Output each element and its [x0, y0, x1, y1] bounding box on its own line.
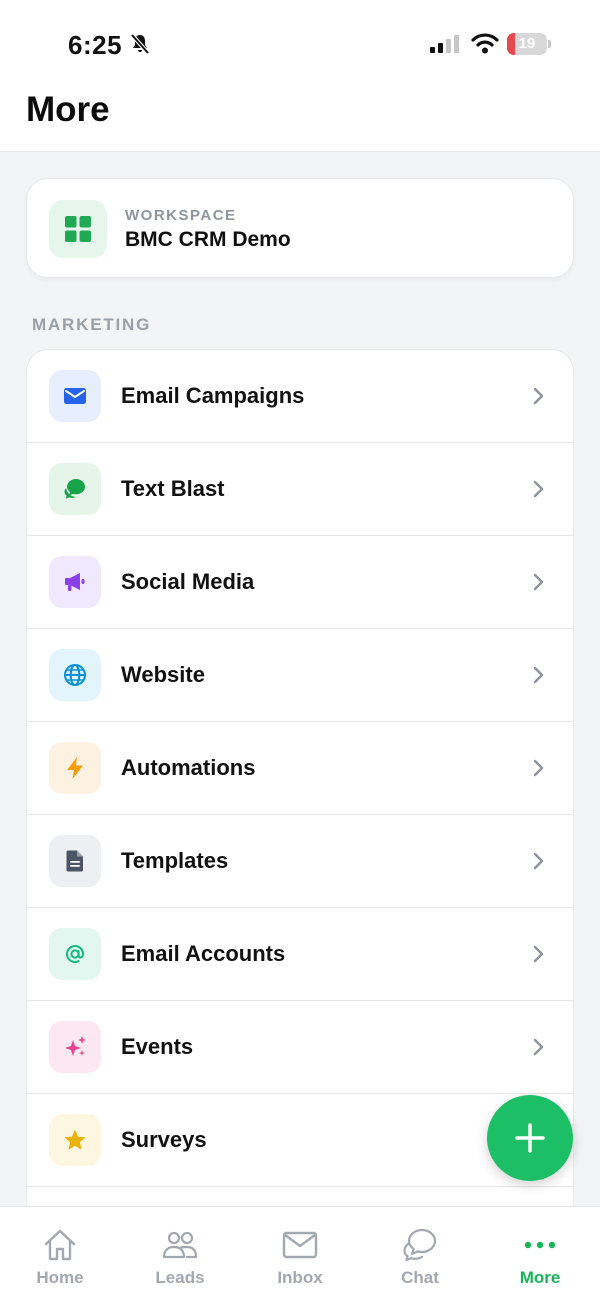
- menu-item-label: Email Accounts: [121, 941, 286, 966]
- chevron-right-icon: [533, 387, 544, 405]
- menu-item-email-campaigns[interactable]: Email Campaigns: [27, 350, 573, 443]
- chevron-right-icon: [533, 852, 544, 870]
- chevron-right-icon: [533, 945, 544, 963]
- chevron-right-icon: [533, 1038, 544, 1056]
- menu-item-label: Templates: [121, 848, 229, 873]
- at-sign-icon: [49, 928, 101, 980]
- more-dots-icon: [524, 1241, 556, 1249]
- menu-item-templates[interactable]: Templates: [27, 815, 573, 908]
- tab-chat[interactable]: Chat: [360, 1207, 480, 1298]
- menu-item-label: Text Blast: [121, 476, 225, 501]
- tab-label: Leads: [155, 1268, 205, 1287]
- workspace-label: WORKSPACE: [125, 207, 237, 224]
- tab-leads[interactable]: Leads: [120, 1207, 240, 1298]
- menu-item-email-accounts[interactable]: Email Accounts: [27, 908, 573, 1001]
- envelope-icon: [49, 370, 101, 422]
- menu-item-events[interactable]: Events: [27, 1001, 573, 1094]
- workspace-name: BMC CRM Demo: [125, 228, 291, 251]
- status-bar: 6:25 19: [0, 0, 600, 80]
- star-icon: [49, 1114, 101, 1166]
- tab-label: More: [519, 1268, 561, 1287]
- wifi-icon: [471, 33, 499, 54]
- bell-slash-icon: [130, 33, 150, 55]
- menu-item-social-media[interactable]: Social Media: [27, 536, 573, 629]
- chevron-right-icon: [533, 666, 544, 684]
- menu-item-label: Email Campaigns: [121, 383, 305, 408]
- globe-icon: [49, 649, 101, 701]
- tab-home[interactable]: Home: [0, 1207, 120, 1298]
- workspace-card[interactable]: WORKSPACE BMC CRM Demo: [26, 178, 574, 278]
- megaphone-icon: [49, 556, 101, 608]
- battery-icon: 19: [507, 33, 551, 55]
- status-time: 6:25: [68, 30, 123, 60]
- menu-item-label: Social Media: [121, 569, 255, 594]
- grid-icon: [49, 200, 107, 258]
- page-header: More: [0, 80, 600, 152]
- lightning-icon: [49, 742, 101, 794]
- tab-bar: Home Leads Inbox Chat More: [0, 1206, 600, 1298]
- add-fab-button[interactable]: [487, 1095, 573, 1181]
- menu-item-label: Automations: [121, 755, 256, 780]
- marketing-menu: Email Campaigns Text Blast Social Media: [26, 349, 574, 1229]
- tab-label: Home: [36, 1268, 84, 1287]
- chevron-right-icon: [533, 759, 544, 777]
- menu-item-label: Surveys: [121, 1127, 207, 1152]
- home-icon: [44, 1229, 76, 1261]
- menu-item-website[interactable]: Website: [27, 629, 573, 722]
- inbox-icon: [282, 1231, 318, 1259]
- section-header-marketing: MARKETING: [32, 315, 152, 334]
- cellular-signal-icon: [430, 35, 459, 53]
- menu-item-label: Website: [121, 662, 205, 687]
- chat-icon: [403, 1228, 437, 1262]
- users-icon: [162, 1231, 198, 1259]
- chevron-right-icon: [533, 480, 544, 498]
- document-icon: [49, 835, 101, 887]
- chat-bubble-icon: [49, 463, 101, 515]
- menu-item-automations[interactable]: Automations: [27, 722, 573, 815]
- sparkles-icon: [49, 1021, 101, 1073]
- tab-inbox[interactable]: Inbox: [240, 1207, 360, 1298]
- battery-level: 19: [518, 35, 536, 52]
- tab-more[interactable]: More: [480, 1207, 600, 1298]
- tab-label: Inbox: [277, 1268, 323, 1287]
- menu-item-text-blast[interactable]: Text Blast: [27, 443, 573, 536]
- chevron-right-icon: [533, 573, 544, 591]
- menu-item-label: Events: [121, 1034, 194, 1059]
- tab-label: Chat: [401, 1268, 439, 1287]
- plus-icon: [515, 1123, 545, 1153]
- page-title: More: [26, 90, 110, 129]
